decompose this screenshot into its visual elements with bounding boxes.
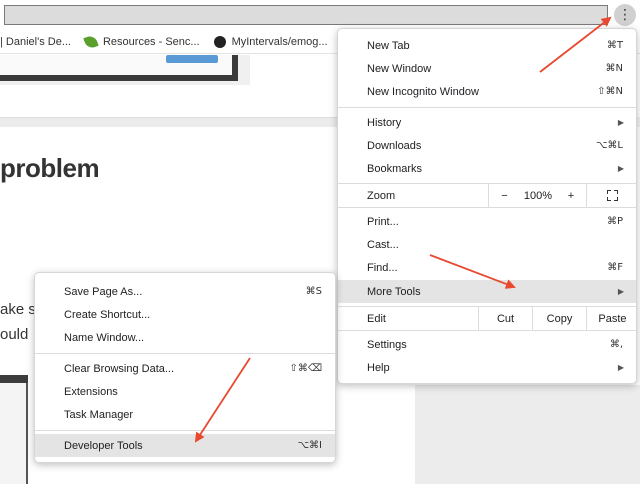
menu-item-history[interactable]: History ▶ [338,111,636,134]
menu-item-print[interactable]: Print... ⌘P [338,210,636,233]
menu-item-create-shortcut[interactable]: Create Shortcut... [35,303,335,326]
menu-item-extensions[interactable]: Extensions [35,380,335,403]
browser-toolbar: ⋮ [0,0,640,30]
menu-separator [338,207,636,208]
menu-item-task-manager[interactable]: Task Manager [35,403,335,426]
menu-separator [35,353,335,354]
menu-item-developer-tools[interactable]: Developer Tools ⌥⌘I [35,434,335,457]
embedded-screenshot-top [0,55,250,85]
bookmark-label: | Daniel's De... [0,35,71,48]
submenu-arrow-icon: ▶ [617,118,624,127]
submenu-arrow-icon: ▶ [617,363,624,372]
menu-item-save-page[interactable]: Save Page As... ⌘S [35,280,335,303]
zoom-in-button[interactable]: + [556,184,586,207]
menu-item-downloads[interactable]: Downloads ⌥⌘L [338,134,636,157]
bookmark-daniels[interactable]: | Daniel's De... [0,36,71,48]
github-icon [213,35,226,48]
embedded-button [166,55,218,63]
menu-item-settings[interactable]: Settings ⌘, [338,333,636,356]
menu-item-cast[interactable]: Cast... [338,233,636,256]
page-heading: problem [0,153,100,183]
menu-item-find[interactable]: Find... ⌘F [338,256,636,279]
menu-item-clear-browsing-data[interactable]: Clear Browsing Data... ⇧⌘⌫ [35,357,335,380]
submenu-arrow-icon: ▶ [617,287,624,296]
paste-button[interactable]: Paste [586,307,638,330]
menu-separator [35,430,335,431]
menu-item-zoom: Zoom − 100% + [338,184,636,207]
menu-item-new-window[interactable]: New Window ⌘N [338,57,636,80]
body-text-fragment: ould [0,326,29,343]
menu-separator [338,107,636,108]
menu-item-edit: Edit Cut Copy Paste [338,307,636,330]
leaf-icon [83,33,99,50]
bookmark-myintervals[interactable]: MyIntervals/emog... [213,35,328,48]
address-bar[interactable] [4,5,608,25]
embedded-statusbar [0,117,340,127]
bookmark-label: Resources - Senc... [102,35,200,48]
menu-separator [338,330,636,331]
embedded-screenshot-side [0,375,28,484]
submenu-arrow-icon: ▶ [617,164,624,173]
menu-item-help[interactable]: Help ▶ [338,356,636,379]
zoom-level: 100% [523,189,553,202]
chrome-menu-button[interactable]: ⋮ [614,4,636,26]
zoom-out-button[interactable]: − [488,184,520,207]
chrome-main-menu: New Tab ⌘T New Window ⌘N New Incognito W… [337,28,637,384]
bookmark-resources[interactable]: Resources - Senc... [83,33,200,50]
copy-button[interactable]: Copy [532,307,586,330]
body-text-fragment: ake s [0,301,36,318]
page-sidebar-panel [415,385,640,484]
menu-item-new-incognito[interactable]: New Incognito Window ⇧⌘N [338,80,636,103]
kebab-menu-icon: ⋮ [618,7,632,23]
cut-button[interactable]: Cut [478,307,532,330]
menu-item-bookmarks[interactable]: Bookmarks ▶ [338,157,636,180]
fullscreen-icon [607,190,618,201]
fullscreen-button[interactable] [586,184,638,207]
bookmark-label: MyIntervals/emog... [231,35,328,48]
more-tools-submenu: Save Page As... ⌘S Create Shortcut... Na… [34,272,336,463]
menu-item-name-window[interactable]: Name Window... [35,326,335,349]
menu-item-more-tools[interactable]: More Tools ▶ [338,280,636,303]
menu-item-new-tab[interactable]: New Tab ⌘T [338,34,636,57]
